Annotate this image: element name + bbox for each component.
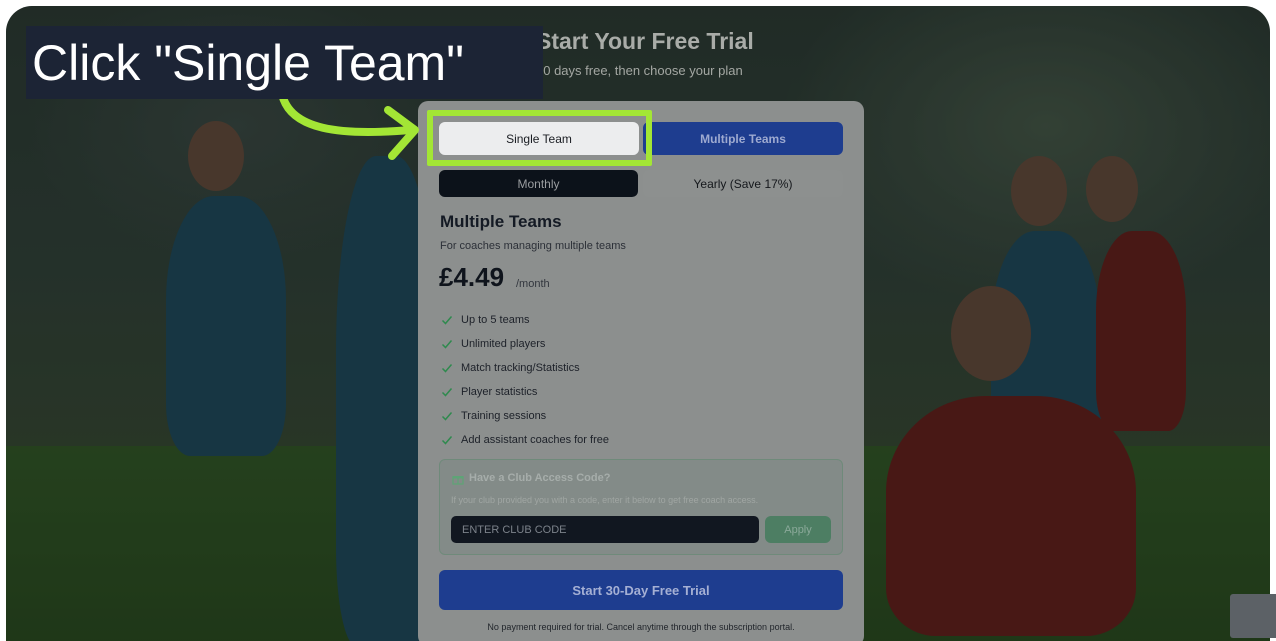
check-icon [440, 433, 454, 447]
billing-toggle: Monthly Yearly (Save 17%) [439, 170, 843, 197]
club-access-help: If your club provided you with a code, e… [451, 495, 759, 505]
price-period: /month [516, 278, 550, 290]
check-icon [440, 361, 454, 375]
yearly-button[interactable]: Yearly (Save 17%) [643, 170, 843, 197]
feature-item: Add assistant coaches for free [440, 428, 609, 452]
monthly-button[interactable]: Monthly [439, 170, 638, 197]
start-trial-button[interactable]: Start 30-Day Free Trial [439, 570, 843, 610]
gift-icon [452, 472, 464, 485]
feature-item: Training sessions [440, 404, 609, 428]
club-access-title: Have a Club Access Code? [469, 472, 611, 484]
feature-label: Training sessions [461, 410, 547, 422]
feature-item: Unlimited players [440, 332, 609, 356]
check-icon [440, 385, 454, 399]
apply-button[interactable]: Apply [765, 516, 831, 543]
feature-item: Match tracking/Statistics [440, 356, 609, 380]
feature-label: Up to 5 teams [461, 314, 530, 326]
recaptcha-badge [1230, 594, 1276, 638]
check-icon [440, 337, 454, 351]
feature-list: Up to 5 teams Unlimited players Match tr… [440, 308, 609, 452]
check-icon [440, 409, 454, 423]
page-title: Start Your Free Trial [536, 28, 754, 54]
curved-arrow-icon [278, 90, 419, 160]
plan-price: £4.49 [439, 262, 505, 292]
feature-label: Match tracking/Statistics [461, 362, 580, 374]
page-subtitle: 30 days free, then choose your plan [536, 63, 743, 78]
plan-description: For coaches managing multiple teams [440, 240, 626, 252]
instruction-callout: Click "Single Team" [26, 26, 543, 99]
club-access-box: Have a Club Access Code? If your club pr… [439, 459, 843, 555]
multiple-teams-button[interactable]: Multiple Teams [643, 122, 843, 155]
feature-label: Unlimited players [461, 338, 546, 350]
highlight-box [427, 110, 652, 166]
feature-item: Up to 5 teams [440, 308, 609, 332]
feature-label: Add assistant coaches for free [461, 434, 609, 446]
check-icon [440, 313, 454, 327]
plan-title: Multiple Teams [440, 212, 562, 231]
feature-label: Player statistics [461, 386, 538, 398]
feature-item: Player statistics [440, 380, 609, 404]
club-code-input[interactable] [451, 516, 759, 543]
trial-footnote: No payment required for trial. Cancel an… [487, 622, 795, 632]
